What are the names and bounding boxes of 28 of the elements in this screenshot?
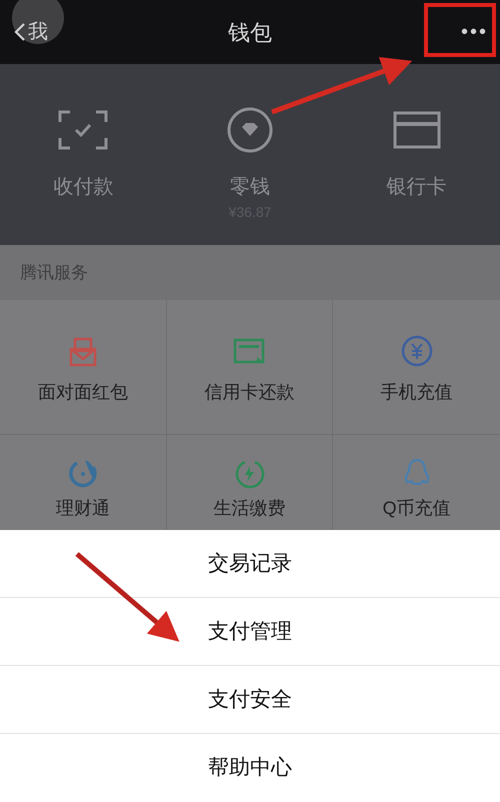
service-label: Q币充值: [382, 497, 451, 519]
wallet-entry[interactable]: 收付款: [0, 64, 167, 245]
entry-label: 零钱: [230, 175, 270, 200]
service-label: 手机充值: [380, 381, 453, 403]
highlight-frame: [424, 3, 496, 57]
service-tile[interactable]: Q币充值: [333, 435, 500, 532]
menu-item[interactable]: 交易记录: [0, 530, 500, 598]
service-label: 信用卡还款: [204, 381, 294, 403]
back-button[interactable]: 我: [14, 17, 48, 47]
card-icon: [392, 111, 441, 149]
menu-item[interactable]: 帮助中心: [0, 734, 500, 802]
coin-icon: [226, 106, 274, 154]
service-label: 理财通: [56, 497, 110, 519]
more-button[interactable]: •••: [460, 17, 488, 47]
service-label: 生活缴费: [213, 497, 286, 519]
service-tile[interactable]: 信用卡还款: [166, 300, 334, 435]
page-title: 钱包: [228, 18, 272, 46]
back-icon: [14, 22, 26, 42]
scan-icon: [58, 110, 108, 150]
floating-touch-button[interactable]: [12, 0, 64, 44]
menu-item[interactable]: 支付管理: [0, 598, 500, 666]
entry-label: 银行卡: [386, 175, 447, 200]
entry-label: 收付款: [53, 175, 114, 200]
menu-item[interactable]: 支付安全: [0, 666, 500, 734]
service-label: 面对面红包: [38, 381, 128, 403]
service-tile[interactable]: 手机充值: [333, 300, 500, 435]
service-tile[interactable]: 面对面红包: [0, 300, 167, 435]
wallet-entry[interactable]: 银行卡: [333, 64, 500, 245]
